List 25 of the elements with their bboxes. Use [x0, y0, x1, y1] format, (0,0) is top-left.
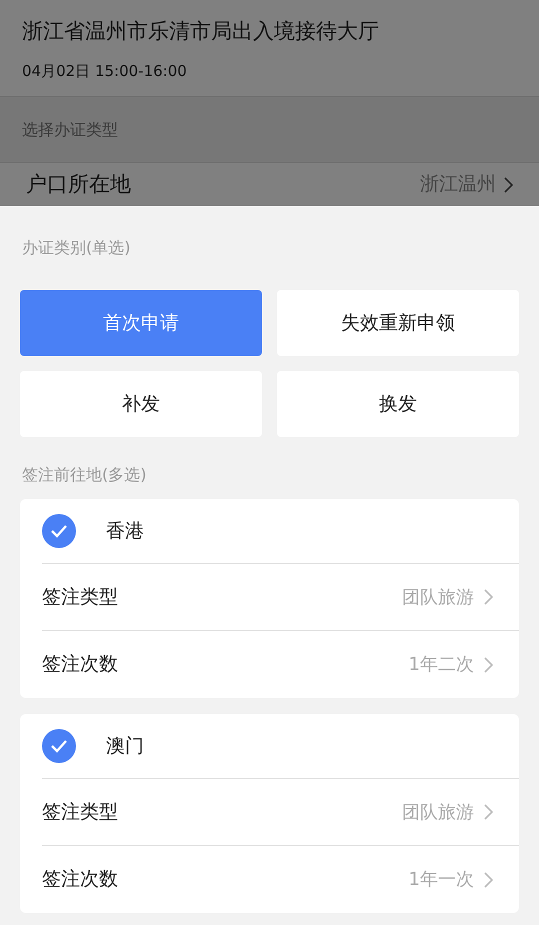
visa-option-row[interactable]: 签注类型 团队旅游 — [42, 779, 519, 846]
destination-name: 香港 — [106, 518, 144, 544]
checkbox[interactable] — [42, 514, 76, 548]
chevron-right-icon — [484, 804, 493, 820]
type-option[interactable]: 补发 — [20, 371, 262, 437]
chevron-right-icon — [504, 176, 513, 192]
type-label: 办证类别(单选) — [21, 237, 132, 259]
type-option[interactable]: 首次申请 — [20, 290, 262, 356]
type-option[interactable]: 换发 — [277, 371, 519, 437]
chevron-right-icon — [484, 872, 493, 888]
checkbox[interactable] — [42, 729, 76, 763]
visa-option-row[interactable]: 签注次数 1年一次 — [42, 846, 519, 913]
check-icon — [50, 739, 68, 753]
chevron-right-icon — [484, 589, 493, 605]
visa-option-row[interactable]: 签注次数 1年二次 — [42, 631, 519, 698]
residence-row[interactable]: 户口所在地 浙江温州 — [0, 163, 539, 206]
chevron-right-icon — [484, 656, 493, 672]
visa-option-row[interactable]: 签注类型 团队旅游 — [42, 564, 519, 631]
type-option[interactable]: 失效重新申领 — [277, 290, 519, 356]
destination-name: 澳门 — [106, 734, 144, 759]
destination-label: 签注前往地(多选) — [21, 464, 148, 486]
office-title: 浙江省温州市乐清市局出入境接待大厅 — [22, 18, 380, 45]
check-icon — [50, 524, 68, 538]
section-label: 选择办证类型 — [22, 118, 118, 140]
appointment-time: 04月02日 15:00-16:00 — [22, 60, 188, 82]
